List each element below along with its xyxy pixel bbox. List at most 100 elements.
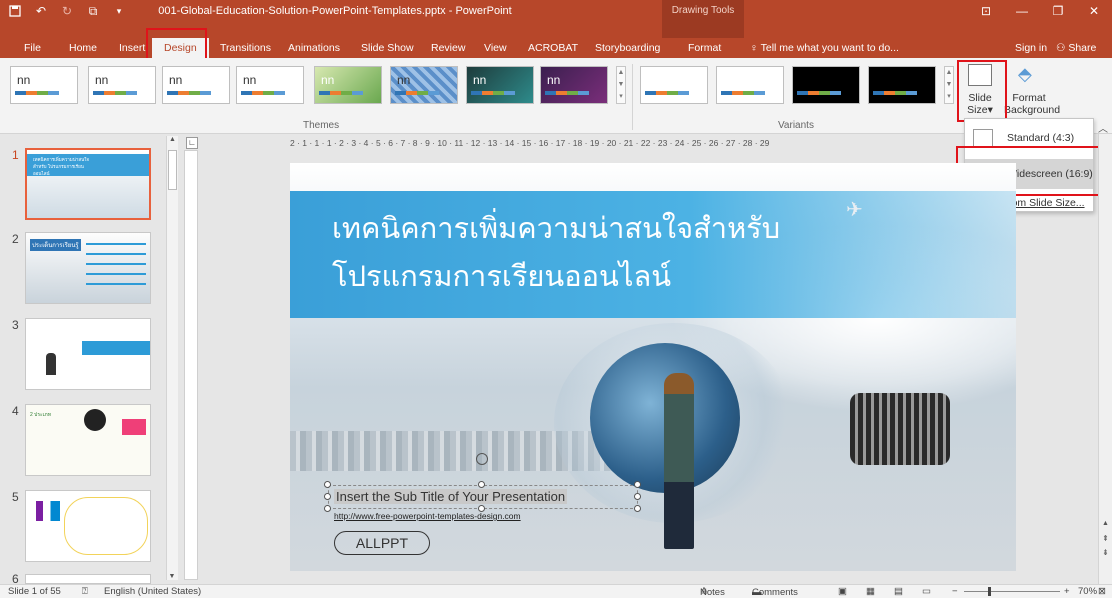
slide-thumb-3[interactable] xyxy=(25,318,151,390)
zoom-out-icon[interactable]: − xyxy=(952,586,958,597)
thumb-accent-bar xyxy=(82,341,150,355)
slide-canvas[interactable]: เทคนิคการเพิ่มความน่าสนใจสำหรับ โปรแกรมก… xyxy=(290,163,1016,571)
tab-design[interactable]: Design xyxy=(152,38,209,58)
ribbon-tabs: File Home Insert Design Transitions Anim… xyxy=(0,38,1112,58)
variants-gallery-scroll[interactable]: ▲ ▼ ▾ xyxy=(944,66,954,104)
variant-color-strip xyxy=(797,91,841,95)
minimize-icon[interactable]: — xyxy=(1004,2,1040,20)
variant-thumb-4[interactable] xyxy=(868,66,936,104)
standard-label: Standard (4:3) xyxy=(1007,132,1075,144)
themes-gallery-scroll[interactable]: ▲ ▼ ▾ xyxy=(616,66,626,104)
normal-view-icon[interactable]: ▣ xyxy=(838,586,847,597)
variant-thumb-3[interactable] xyxy=(792,66,860,104)
scroll-down-arrow[interactable]: ▼ xyxy=(167,573,177,580)
sign-in-link[interactable]: Sign in xyxy=(1013,38,1049,58)
tab-acrobat[interactable]: ACROBAT xyxy=(526,38,580,58)
share-button[interactable]: ⚇ Share xyxy=(1054,38,1098,58)
language-indicator[interactable]: English (United States) xyxy=(104,586,201,597)
tab-format[interactable]: Format xyxy=(686,38,723,58)
theme-thumb-2[interactable]: nn xyxy=(88,66,156,104)
tab-home[interactable]: Home xyxy=(67,38,99,58)
theme-sample-text: nn xyxy=(169,73,183,87)
tab-transitions[interactable]: Transitions xyxy=(218,38,273,58)
tab-view[interactable]: View xyxy=(482,38,509,58)
resize-handle[interactable] xyxy=(324,505,331,512)
theme-thumb-3[interactable]: nn xyxy=(162,66,230,104)
zoom-slider-track[interactable] xyxy=(964,591,1060,592)
reading-view-icon[interactable]: ▤ xyxy=(894,586,903,597)
format-background-button[interactable]: ⬘ Format Background xyxy=(1004,62,1060,120)
resize-handle[interactable] xyxy=(634,493,641,500)
slide-thumb-4[interactable]: 2 ประเภท xyxy=(25,404,151,476)
slide-thumb-5[interactable] xyxy=(25,490,151,562)
themes-group-label: Themes xyxy=(303,120,340,131)
editor-scrollbar[interactable]: ▲ ⇞ ⇟ xyxy=(1098,134,1112,584)
slide-thumbnail-panel: 1 เทคนิคการเพิ่มความน่าสนใจสำหรับ โปรแกร… xyxy=(0,134,182,586)
drawing-tools-label: Drawing Tools xyxy=(671,5,735,16)
rotate-handle-icon[interactable] xyxy=(476,453,488,465)
resize-handle[interactable] xyxy=(634,505,641,512)
thumb-heading: ประเด็นการเรียนรู้ xyxy=(30,239,81,251)
zoom-level[interactable]: 70% xyxy=(1078,586,1097,597)
slide-sorter-icon[interactable]: ▦ xyxy=(866,586,875,597)
next-slide-icon[interactable]: ⇟ xyxy=(1099,548,1112,557)
scroll-thumb[interactable] xyxy=(168,150,177,190)
tab-insert[interactable]: Insert xyxy=(117,38,147,58)
theme-thumb-6[interactable]: nn xyxy=(390,66,458,104)
theme-thumb-4[interactable]: nn xyxy=(236,66,304,104)
scroll-up-arrow[interactable]: ▲ xyxy=(1099,520,1112,527)
tab-storyboarding[interactable]: Storyboarding xyxy=(593,38,662,58)
notes-label: Notes xyxy=(700,587,725,598)
theme-color-strip xyxy=(167,91,211,95)
resize-handle[interactable] xyxy=(324,493,331,500)
theme-thumb-7[interactable]: nn xyxy=(466,66,534,104)
slide-title[interactable]: เทคนิคการเพิ่มความน่าสนใจสำหรับ โปรแกรมก… xyxy=(332,204,780,300)
resize-handle[interactable] xyxy=(634,481,641,488)
slide-size-button[interactable]: Slide Size▾ xyxy=(962,62,998,120)
slide-number-4: 4 xyxy=(12,404,19,418)
variant-thumb-1[interactable] xyxy=(640,66,708,104)
restore-icon[interactable]: ❐ xyxy=(1040,2,1076,20)
collapse-ribbon-icon[interactable]: ︿ xyxy=(1098,120,1108,135)
close-icon[interactable]: ✕ xyxy=(1076,2,1112,20)
slide-thumb-1[interactable]: เทคนิคการเพิ่มความน่าสนใจสำหรับ โปรแกรมก… xyxy=(25,148,151,220)
scroll-up-arrow[interactable]: ▲ xyxy=(167,136,178,143)
slide-thumb-6[interactable] xyxy=(25,574,151,584)
airplane-image: ✈ xyxy=(846,199,863,221)
theme-color-strip xyxy=(241,91,285,95)
window-controls: ⊡ — ❐ ✕ xyxy=(968,2,1112,20)
resize-handle[interactable] xyxy=(478,481,485,488)
tab-review[interactable]: Review xyxy=(429,38,467,58)
ruler-corner[interactable]: ∟ xyxy=(186,137,198,149)
slide-subtitle[interactable]: Insert the Sub Title of Your Presentatio… xyxy=(334,489,568,504)
zoom-in-icon[interactable]: + xyxy=(1064,586,1070,597)
theme-thumb-8[interactable]: nn xyxy=(540,66,608,104)
tell-me-text: Tell me what you want to do... xyxy=(760,42,899,54)
variant-color-strip xyxy=(721,91,765,95)
thumb-heading: 2 ประเภท xyxy=(30,412,52,418)
tell-me-box[interactable]: ♀ Tell me what you want to do... xyxy=(748,38,901,58)
slide-thumb-2[interactable]: ประเด็นการเรียนรู้ xyxy=(25,232,151,304)
person-icon: ⚇ xyxy=(1056,42,1066,54)
theme-thumb-5[interactable]: nn xyxy=(314,66,382,104)
tab-file[interactable]: File xyxy=(22,38,43,58)
title-bar: ↶ ↻ ⧉ ▾ 001-Global-Education-Solution-Po… xyxy=(0,0,1112,38)
variant-thumb-2[interactable] xyxy=(716,66,784,104)
slide-number-1: 1 xyxy=(12,148,19,162)
fit-to-window-icon[interactable]: ⊠ xyxy=(1098,586,1106,597)
slide-url[interactable]: http://www.free-powerpoint-templates-des… xyxy=(334,511,521,521)
slideshow-view-icon[interactable]: ▭ xyxy=(922,586,931,597)
thumb-people xyxy=(36,501,60,521)
zoom-slider-thumb[interactable] xyxy=(988,587,991,596)
thumb-callout xyxy=(64,497,148,555)
resize-handle[interactable] xyxy=(324,481,331,488)
dropdown-arrow-icon: ▾ xyxy=(987,104,993,116)
spelling-icon[interactable]: ⍰ xyxy=(82,586,88,597)
tab-slide-show[interactable]: Slide Show xyxy=(359,38,416,58)
menu-item-standard[interactable]: Standard (4:3) xyxy=(965,123,1093,153)
tab-animations[interactable]: Animations xyxy=(286,38,342,58)
thumbnail-scrollbar[interactable]: ▲ ▼ xyxy=(166,136,178,580)
theme-thumb-1[interactable]: nn xyxy=(10,66,78,104)
ribbon-display-icon[interactable]: ⊡ xyxy=(968,2,1004,20)
previous-slide-icon[interactable]: ⇞ xyxy=(1099,534,1112,543)
